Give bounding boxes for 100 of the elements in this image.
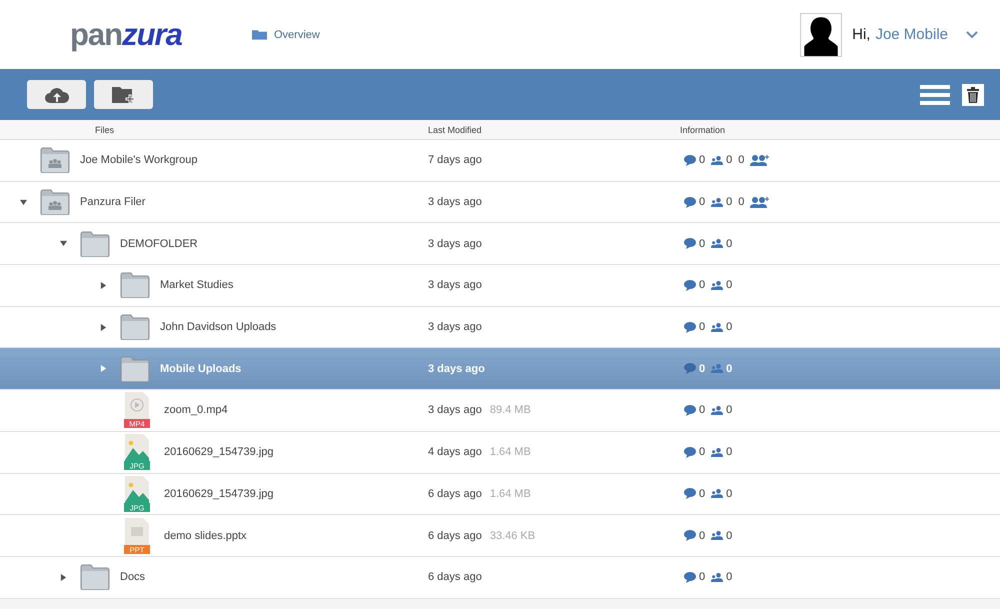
- file-row[interactable]: Joe Mobile's Workgroup 7 days ago 0 0 0: [0, 140, 1000, 182]
- comment-icon: [684, 404, 696, 416]
- user-name-link[interactable]: Joe Mobile: [875, 26, 948, 43]
- folder-icon: [120, 314, 150, 340]
- modified-date: 6 days ago: [428, 571, 482, 584]
- comment-icon: [684, 322, 696, 333]
- avatar-silhouette-icon[interactable]: [800, 12, 842, 56]
- members-icon: [711, 238, 724, 250]
- file-name: demo slides.pptx: [164, 530, 247, 542]
- members-icon: [711, 446, 724, 458]
- comment-icon: [684, 280, 696, 291]
- file-size: 1.64 MB: [490, 446, 531, 458]
- member-count: 0: [726, 446, 732, 458]
- comment-count: 0: [699, 279, 706, 292]
- modified-date: 3 days ago: [428, 362, 485, 375]
- member-count: 0: [726, 196, 732, 208]
- folder-icon: [120, 272, 150, 298]
- members-icon: [711, 530, 724, 542]
- panzura-logo: panzura: [70, 16, 183, 52]
- greeting-label: Hi,: [852, 26, 870, 43]
- column-header: Information: [680, 124, 726, 134]
- comment-icon: [684, 488, 696, 500]
- file-name: 20160629_154739.jpg: [164, 488, 274, 500]
- comment-icon: [684, 572, 696, 583]
- group-folder-icon: [40, 189, 70, 216]
- caret-down-icon[interactable]: [20, 198, 27, 206]
- comment-count: 0: [699, 196, 706, 208]
- file-name: Docs: [120, 571, 146, 584]
- invite-people-icon[interactable]: [750, 196, 770, 208]
- file-name: Market Studies: [160, 279, 234, 292]
- overview-link[interactable]: Overview: [252, 28, 320, 40]
- comment-count: 0: [699, 321, 706, 334]
- new-folder-button[interactable]: [94, 80, 153, 109]
- file-row[interactable]: Docs 6 days ago 0 0: [0, 556, 1000, 599]
- members-icon: [711, 322, 724, 333]
- modified-date: 3 days ago: [428, 238, 482, 250]
- group-folder-icon: [40, 147, 70, 174]
- file-name: DEMOFOLDER: [120, 238, 198, 250]
- folder-icon: [80, 564, 110, 590]
- members-icon: [711, 363, 724, 374]
- column-header: Files: [94, 124, 116, 134]
- comment-count: 0: [699, 154, 706, 166]
- caret-down-icon[interactable]: [60, 240, 67, 248]
- caret-right-icon[interactable]: [100, 324, 107, 331]
- members-icon: [711, 488, 724, 500]
- comment-icon: [684, 363, 696, 374]
- member-count: 0: [726, 488, 732, 500]
- comment-count: 0: [699, 404, 706, 416]
- member-count: 0: [726, 279, 732, 292]
- comment-count: 0: [699, 362, 706, 375]
- file-name: John Davidson Uploads: [160, 321, 276, 334]
- members-icon: [711, 196, 724, 208]
- trash-icon[interactable]: [962, 84, 984, 106]
- file-row[interactable]: DEMOFOLDER 3 days ago 0 0: [0, 223, 1000, 266]
- caret-right-icon[interactable]: [100, 282, 107, 289]
- invite-count: 0: [738, 154, 744, 166]
- chevron-down-icon[interactable]: [966, 30, 978, 38]
- file-size: 33.46 KB: [490, 530, 536, 542]
- file-name: Joe Mobile's Workgroup: [80, 154, 198, 166]
- menu-icon[interactable]: [920, 84, 950, 104]
- members-icon: [711, 404, 724, 416]
- comment-count: 0: [699, 446, 706, 458]
- comment-icon: [684, 196, 696, 208]
- file-row[interactable]: John Davidson Uploads 3 days ago 0 0: [0, 306, 1000, 348]
- upload-button[interactable]: [27, 80, 86, 109]
- cloud-upload-icon: [44, 86, 70, 104]
- comment-count: 0: [699, 530, 706, 542]
- file-name: Panzura Filer: [80, 196, 146, 208]
- members-icon: [711, 280, 724, 291]
- file-row[interactable]: Market Studies 3 days ago 0 0: [0, 265, 1000, 307]
- comment-icon: [684, 154, 696, 166]
- members-icon: [711, 154, 724, 166]
- file-name: 20160629_154739.jpg: [164, 446, 274, 458]
- invite-people-icon[interactable]: [750, 154, 770, 166]
- modified-date: 3 days ago: [428, 321, 482, 334]
- members-icon: [711, 572, 724, 583]
- file-size: 1.64 MB: [490, 488, 531, 500]
- folder-icon: [80, 230, 110, 257]
- member-count: 0: [726, 321, 732, 334]
- invite-count: 0: [738, 196, 744, 208]
- member-count: 0: [726, 362, 732, 375]
- modified-date: 3 days ago: [428, 279, 482, 292]
- modified-date: 6 days ago: [428, 488, 482, 500]
- member-count: 0: [726, 404, 732, 416]
- member-count: 0: [726, 571, 732, 584]
- file-row[interactable]: Panzura Filer 3 days ago 0 0 0: [0, 182, 1000, 224]
- member-count: 0: [726, 530, 732, 542]
- member-count: 0: [726, 154, 732, 166]
- comment-icon: [684, 446, 696, 458]
- modified-date: 3 days ago: [428, 196, 482, 208]
- file-name: zoom_0.mp4: [164, 404, 228, 416]
- modified-date: 4 days ago: [428, 446, 482, 458]
- folder-icon: [120, 356, 150, 382]
- file-name: Mobile Uploads: [160, 362, 242, 375]
- folder-icon: [252, 29, 267, 40]
- comment-icon: [684, 238, 696, 250]
- modified-date: 3 days ago: [428, 404, 482, 416]
- caret-right-icon[interactable]: [60, 574, 67, 581]
- modified-date: 6 days ago: [428, 530, 482, 542]
- comment-count: 0: [699, 488, 706, 500]
